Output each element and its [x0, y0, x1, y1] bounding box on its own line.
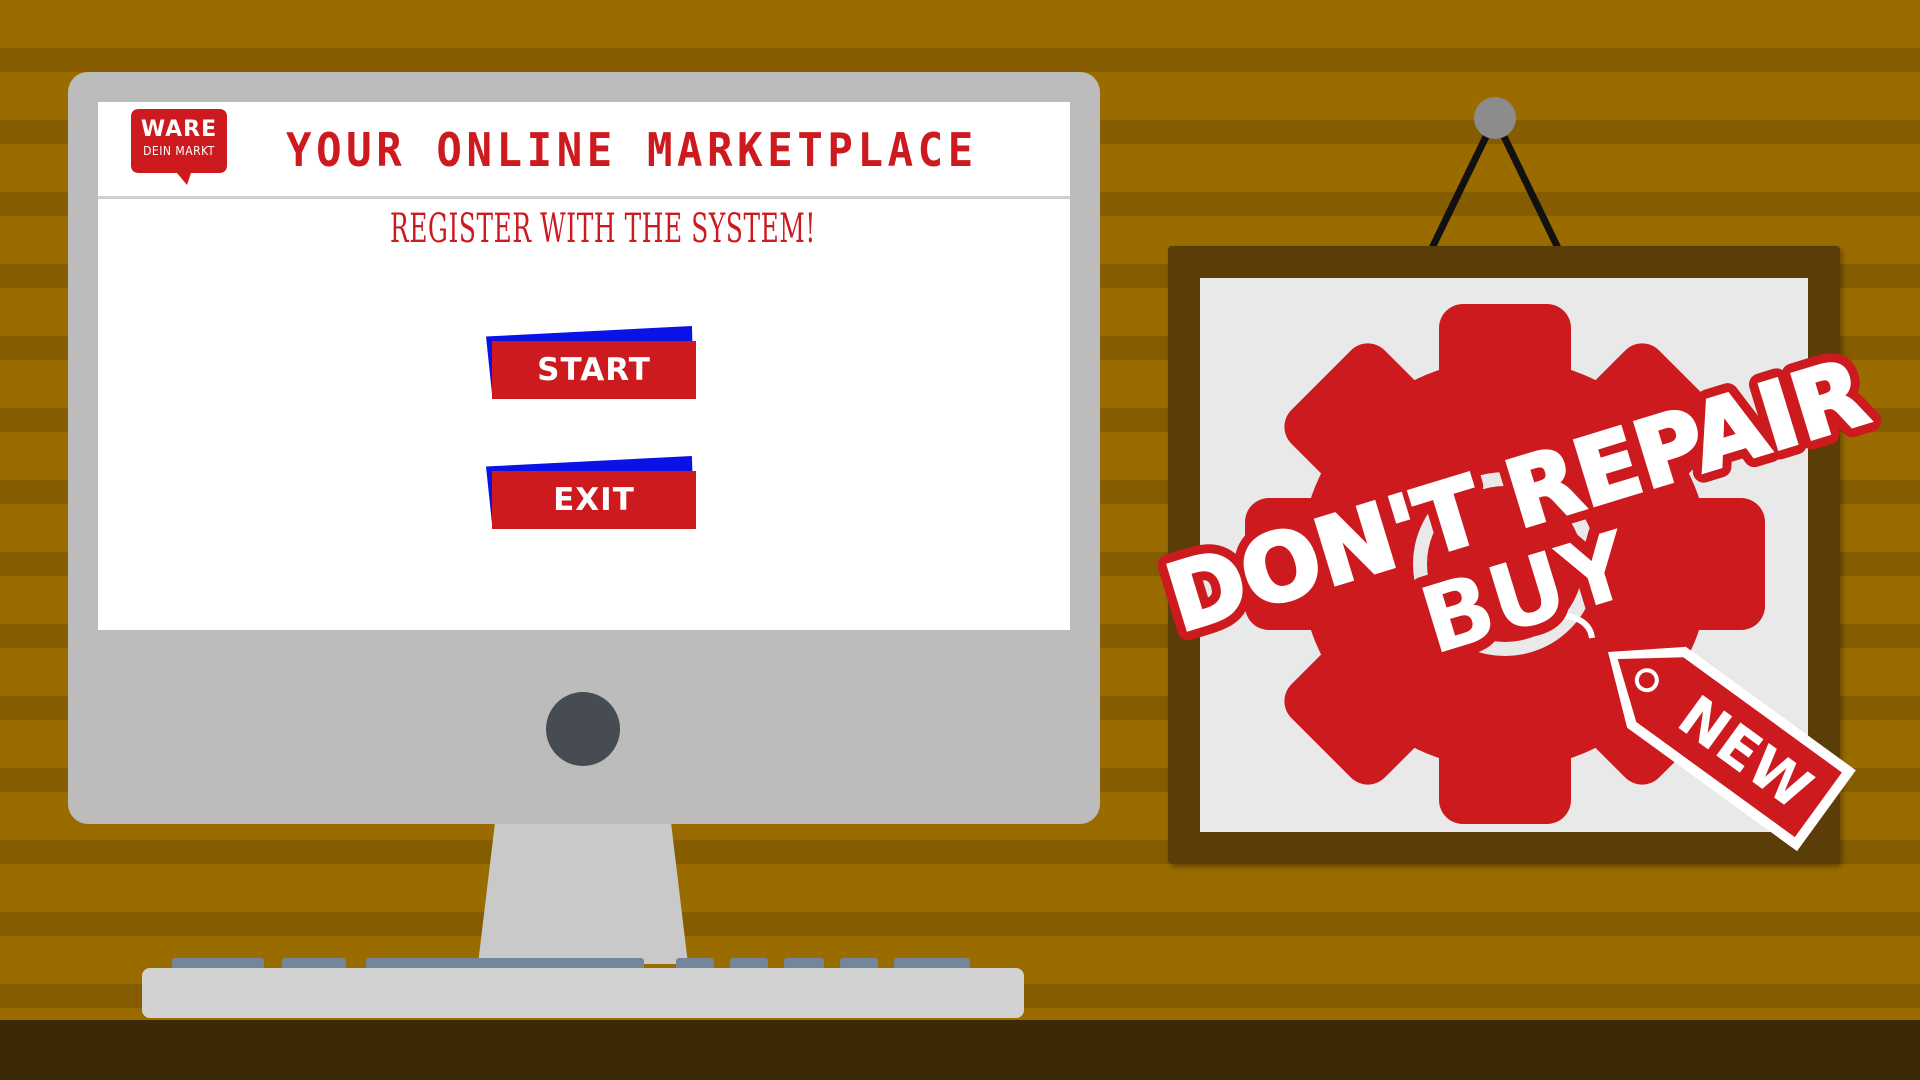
- exit-button-label: EXIT: [492, 471, 696, 529]
- desk-floor: [0, 1020, 1920, 1080]
- marketplace-header: WARE DEIN MARKT YOUR ONLINE MARKETPLACE: [98, 102, 1070, 199]
- nail-icon: [1474, 97, 1516, 139]
- logo-main-text: WARE: [140, 117, 218, 142]
- computer-monitor: WARE DEIN MARKT YOUR ONLINE MARKETPLACE …: [68, 72, 1100, 824]
- ware-logo: WARE DEIN MARKT: [131, 107, 227, 185]
- keyboard: [142, 968, 1024, 1018]
- poster-artwork: NEW DON'T REPAIR DON'T REPAIR BUY BUY: [1144, 304, 1889, 852]
- start-button[interactable]: START: [486, 326, 696, 399]
- register-heading: REGISTER WITH THE SYSTEM!: [390, 206, 816, 252]
- logo-sub-text: DEIN MARKT: [143, 144, 215, 158]
- poster-hanger: [1428, 97, 1562, 250]
- monitor-screen: WARE DEIN MARKT YOUR ONLINE MARKETPLACE …: [98, 102, 1070, 630]
- monitor-power-dot: [546, 692, 620, 766]
- monitor-stand: [478, 824, 688, 964]
- exit-button[interactable]: EXIT: [486, 456, 696, 529]
- start-button-label: START: [492, 341, 696, 399]
- page-title: YOUR ONLINE MARKETPLACE: [286, 123, 978, 177]
